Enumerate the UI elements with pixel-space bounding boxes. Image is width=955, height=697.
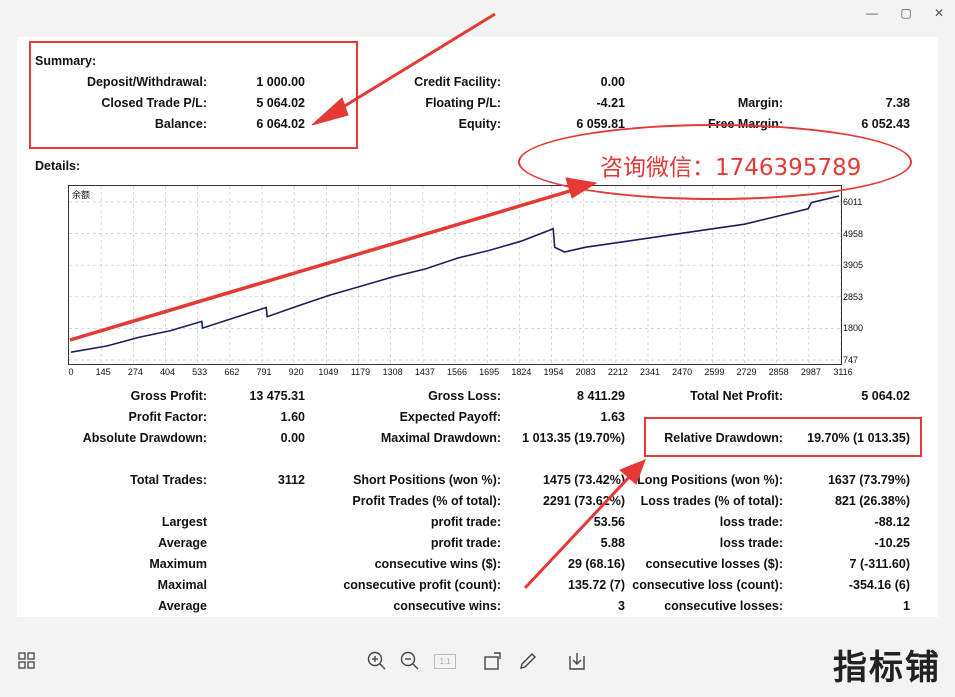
watermark-logo: 指标铺 <box>833 648 941 688</box>
arrow-head-drawdown <box>619 459 646 485</box>
actual-size-button[interactable]: 1:1 <box>434 654 456 669</box>
zoom-out-icon[interactable] <box>399 650 421 672</box>
grid-view-icon[interactable] <box>16 650 38 672</box>
rotate-icon[interactable] <box>482 650 504 672</box>
viewer-toolbar <box>0 625 955 697</box>
arrow-to-summary <box>329 12 496 117</box>
zoom-in-icon[interactable] <box>366 650 388 672</box>
arrow-head-summary <box>311 97 349 126</box>
annotation-arrows <box>69 12 646 590</box>
save-icon[interactable] <box>566 650 588 672</box>
arrow-to-contact <box>69 186 581 342</box>
arrow-to-drawdown <box>523 472 634 590</box>
edit-icon[interactable] <box>517 650 539 672</box>
arrow-head-contact <box>565 177 598 199</box>
